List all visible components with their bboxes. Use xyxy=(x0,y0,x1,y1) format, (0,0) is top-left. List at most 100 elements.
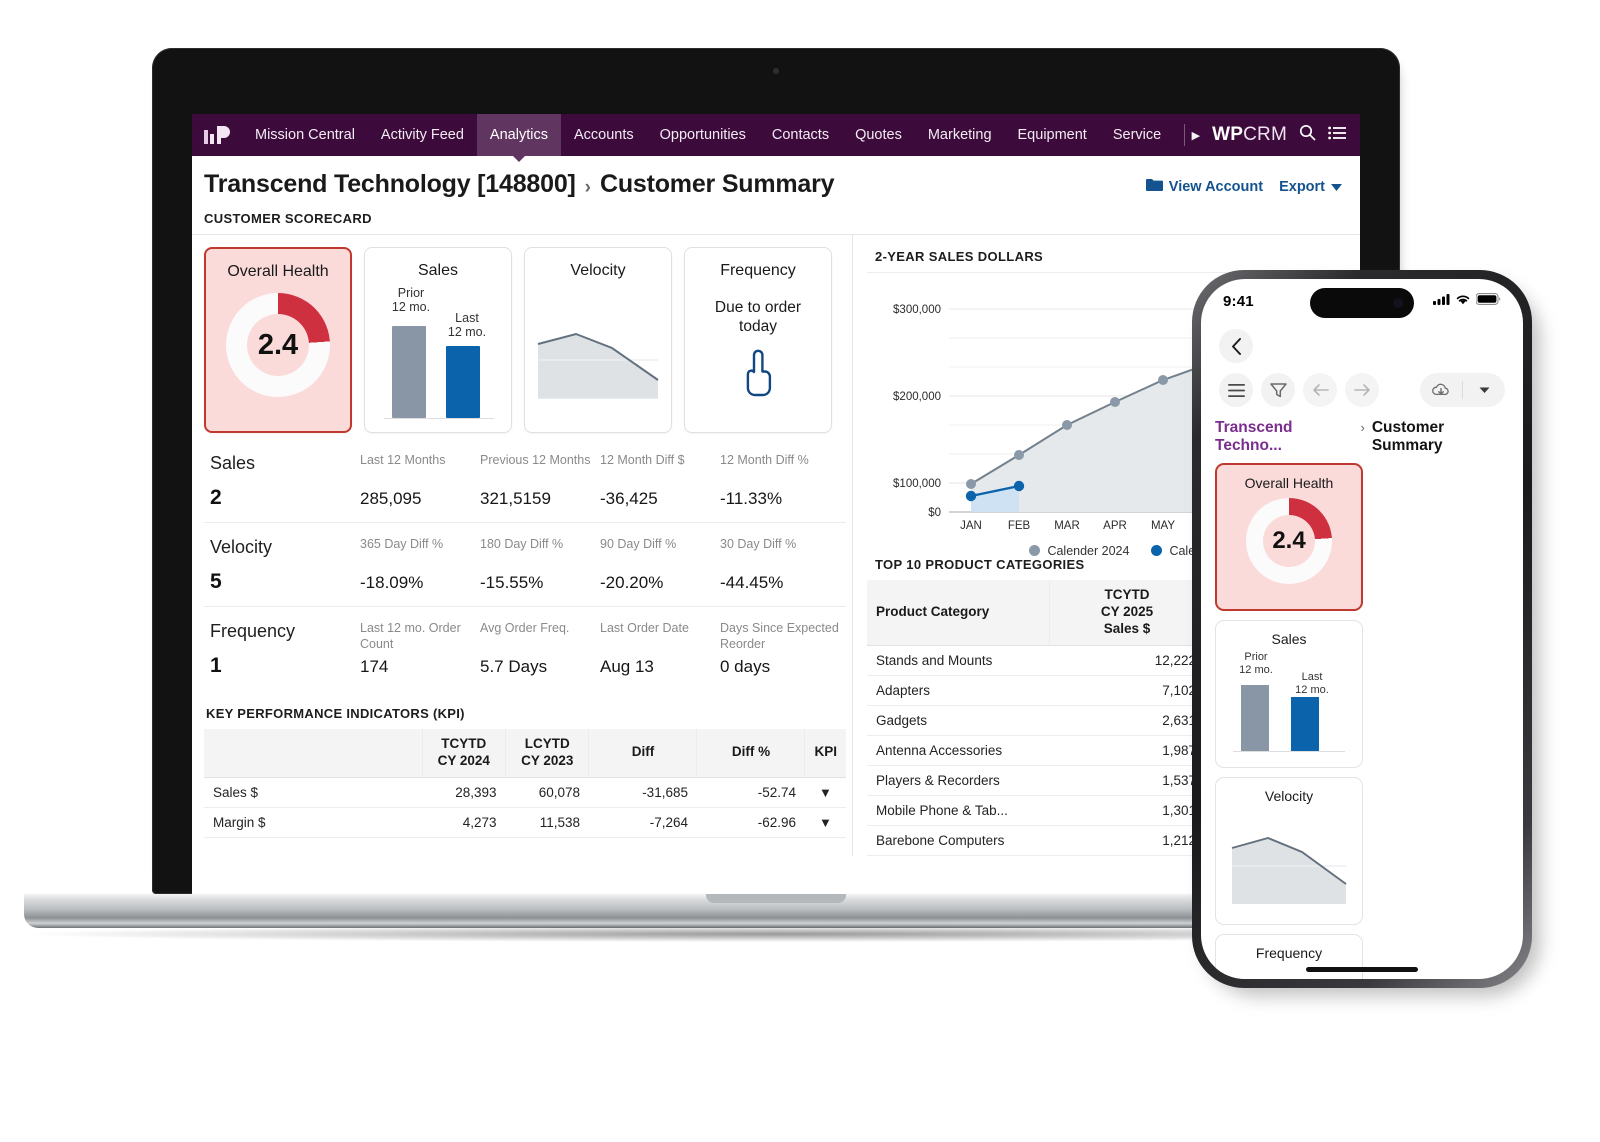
phone-breadcrumb-separator: › xyxy=(1360,420,1365,435)
laptop-screen: Mission Central Activity Feed Analytics … xyxy=(192,114,1360,894)
phone-breadcrumb-account[interactable]: Transcend Techno... xyxy=(1215,419,1353,455)
phone-velocity-area-chart xyxy=(1231,836,1347,904)
kpi-cell-diff-pct: -62.96 xyxy=(696,807,805,838)
table-row[interactable]: Sales $ 28,393 60,078 -31,685 -52.74 ▼ xyxy=(204,777,846,808)
hamburger-menu-icon[interactable] xyxy=(1219,373,1253,407)
kpi-cell-lcytd: 11,538 xyxy=(505,807,589,838)
nav-item-activity-feed[interactable]: Activity Feed xyxy=(368,114,477,156)
chevron-down-icon[interactable] xyxy=(1463,387,1505,394)
filter-funnel-icon[interactable] xyxy=(1261,373,1295,407)
nav-item-analytics[interactable]: Analytics xyxy=(476,114,561,162)
cat-tcytd: 1,537 xyxy=(1049,765,1206,796)
svg-text:$200,000: $200,000 xyxy=(893,391,941,403)
home-indicator[interactable] xyxy=(1306,967,1418,972)
bar-last-12mo xyxy=(446,346,480,418)
list-menu-icon[interactable] xyxy=(1328,126,1346,145)
kpi-cell-tcytd: 4,273 xyxy=(422,807,506,838)
view-account-label: View Account xyxy=(1168,178,1264,195)
nav-item-contacts[interactable]: Contacts xyxy=(759,114,842,156)
metric-name: Frequency xyxy=(210,621,296,641)
phone-device: 9:41 Transcend Techno... › Customer Summ… xyxy=(1192,270,1540,998)
cellular-signal-icon xyxy=(1433,292,1450,310)
svg-text:$0: $0 xyxy=(928,507,941,519)
bar-chart-axis xyxy=(384,418,494,419)
svg-text:MAY: MAY xyxy=(1151,520,1175,532)
wpcrm-logo-icon[interactable] xyxy=(192,114,242,156)
phone-card-sales[interactable]: Sales Prior 12 mo. Last 12 mo. xyxy=(1215,620,1363,768)
arrow-right-icon[interactable] xyxy=(1345,373,1379,407)
metric-cell: Avg Order Freq. 5.7 Days xyxy=(480,621,570,676)
search-icon[interactable] xyxy=(1299,124,1316,146)
metric-score: 2 xyxy=(210,486,222,509)
screenshot-stage: Mission Central Activity Feed Analytics … xyxy=(0,0,1600,1142)
kpi-col-lcytd[interactable]: LCYTD CY 2023 xyxy=(504,729,589,778)
phone-bar-last xyxy=(1291,697,1319,751)
kpi-col-diff-pct[interactable]: Diff % xyxy=(696,729,805,778)
play-caret-icon[interactable]: ▶ xyxy=(1192,129,1200,142)
card-velocity[interactable]: Velocity xyxy=(524,247,672,433)
metric-cell: 365 Day Diff % -18.09% xyxy=(360,537,444,592)
nav-item-accounts[interactable]: Accounts xyxy=(561,114,647,156)
brand-crm: CRM xyxy=(1243,124,1287,145)
nav-item-mission-central[interactable]: Mission Central xyxy=(242,114,368,156)
phone-card-frequency[interactable]: Frequency Due to order today xyxy=(1215,934,1363,979)
table-row[interactable]: Margin $ 4,273 11,538 -7,264 -62.96 ▼ xyxy=(204,807,846,838)
metric-cell: Last 12 Months 285,095 xyxy=(360,453,446,508)
metric-row-sales: Sales 2 Last 12 Months 285,095 Previous 1… xyxy=(204,439,846,522)
brand-wp: WP xyxy=(1212,124,1244,145)
metric-name: Sales xyxy=(210,453,256,473)
cat-tcytd: 1,987 xyxy=(1049,735,1206,766)
phone-status-bar: 9:41 xyxy=(1201,279,1523,323)
kpi-col-kpi[interactable]: KPI xyxy=(804,729,846,778)
card-sales[interactable]: Sales Prior 12 mo. Last 12 mo. xyxy=(364,247,512,433)
back-chevron-icon[interactable] xyxy=(1219,329,1253,363)
view-account-button[interactable]: View Account xyxy=(1145,178,1264,195)
phone-breadcrumb: Transcend Techno... › Customer Summary xyxy=(1201,407,1523,461)
cat-col-tcytd[interactable]: TCYTD CY 2025 Sales $ xyxy=(1048,580,1206,646)
metric-row-velocity: Velocity 5 365 Day Diff % -18.09% 180 Day… xyxy=(204,522,846,606)
legend-item-2024[interactable]: Calender 2024 xyxy=(1029,544,1129,558)
kpi-section-title: KEY PERFORMANCE INDICATORS (KPI) xyxy=(206,706,465,721)
laptop-base-notch xyxy=(706,894,846,903)
phone-overall-health-value: 2.4 xyxy=(1272,527,1306,554)
cloud-download-icon[interactable] xyxy=(1420,382,1462,398)
metrics-table: Sales 2 Last 12 Months 285,095 Previous 1… xyxy=(204,439,846,690)
card-sales-title: Sales xyxy=(417,262,459,279)
cat-col-product-category[interactable]: Product Category xyxy=(867,580,1049,646)
export-button[interactable]: Export xyxy=(1279,179,1342,195)
kpi-cell-diff: -7,264 xyxy=(588,807,697,838)
nav-item-equipment[interactable]: Equipment xyxy=(1005,114,1100,156)
download-group xyxy=(1420,373,1505,407)
phone-toolbar-top xyxy=(1201,323,1523,363)
nav-item-opportunities[interactable]: Opportunities xyxy=(647,114,759,156)
card-frequency[interactable]: Frequency Due to order today xyxy=(684,247,832,433)
kpi-down-arrow-icon: ▼ xyxy=(804,777,846,808)
svg-text:JAN: JAN xyxy=(960,520,982,532)
arrow-left-icon[interactable] xyxy=(1303,373,1337,407)
front-camera-icon xyxy=(1393,298,1403,308)
nav-item-quotes[interactable]: Quotes xyxy=(842,114,915,156)
kpi-row-name: Sales $ xyxy=(204,777,422,808)
overall-health-donut-chart: 2.4 xyxy=(226,293,330,397)
folder-icon xyxy=(1145,178,1163,195)
nav-item-service[interactable]: Service xyxy=(1100,114,1174,156)
nav-item-marketing[interactable]: Marketing xyxy=(915,114,1005,156)
legend-swatch-icon xyxy=(1029,545,1041,556)
pointing-hand-icon xyxy=(738,349,778,402)
kpi-col-tcytd[interactable]: TCYTD CY 2024 xyxy=(421,729,506,778)
cat-name: Players & Recorders xyxy=(867,765,1049,796)
page-actions: View Account Export xyxy=(1145,178,1342,199)
phone-card-velocity[interactable]: Velocity xyxy=(1215,777,1363,925)
breadcrumb-separator: › xyxy=(584,177,591,198)
nav-divider xyxy=(1184,124,1186,146)
kpi-col-diff[interactable]: Diff xyxy=(588,729,697,778)
kpi-down-arrow-icon: ▼ xyxy=(804,807,846,838)
card-overall-health[interactable]: Overall Health 2.4 xyxy=(204,247,352,433)
metric-cell: 180 Day Diff % -15.55% xyxy=(480,537,564,592)
phone-card-overall-health[interactable]: Overall Health 2.4 xyxy=(1215,463,1363,611)
breadcrumb-account[interactable]: Transcend Technology [148800] xyxy=(204,170,576,199)
cat-name: Gadgets xyxy=(867,705,1049,736)
svg-text:$100,000: $100,000 xyxy=(893,478,941,490)
cat-tcytd: 1,212 xyxy=(1049,825,1206,856)
status-time: 9:41 xyxy=(1223,292,1254,310)
